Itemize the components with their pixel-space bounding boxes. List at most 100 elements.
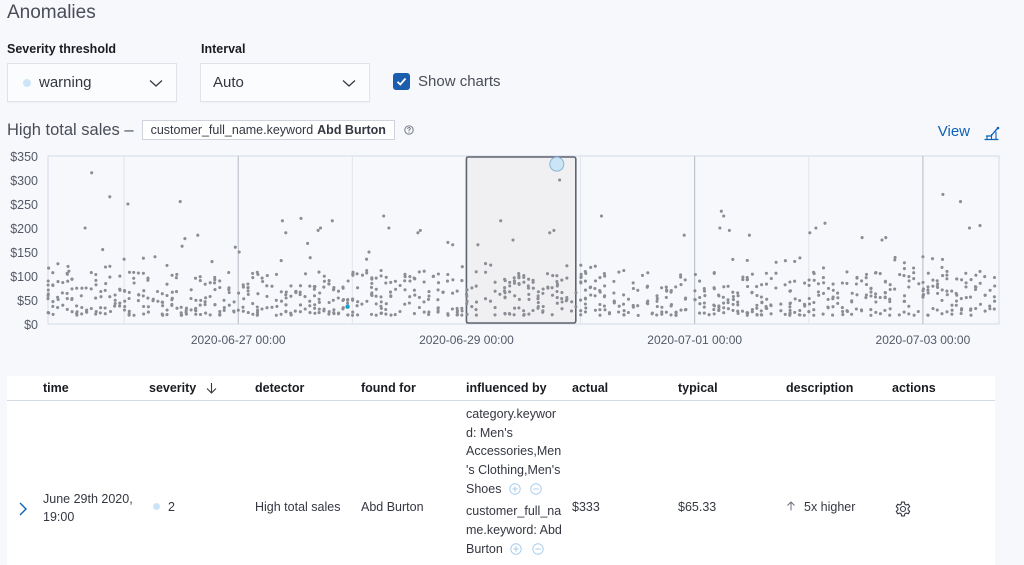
data-point xyxy=(536,306,540,310)
data-point xyxy=(241,283,245,287)
data-point xyxy=(878,295,882,300)
checkbox-checked-icon[interactable] xyxy=(393,73,410,90)
data-point xyxy=(702,301,706,305)
data-point xyxy=(746,284,750,289)
data-point xyxy=(599,214,604,218)
data-point xyxy=(522,312,526,317)
data-point xyxy=(503,311,507,315)
data-point xyxy=(527,277,531,281)
plus-circle-icon[interactable] xyxy=(509,483,521,495)
data-point xyxy=(374,276,378,280)
minus-circle-icon[interactable] xyxy=(530,483,543,495)
data-point xyxy=(807,278,811,282)
data-point xyxy=(408,275,412,279)
column-header-time[interactable]: time xyxy=(43,381,69,395)
data-point xyxy=(374,287,378,291)
plus-circle-icon[interactable] xyxy=(510,543,523,555)
data-point xyxy=(836,296,840,300)
data-point xyxy=(465,312,469,316)
data-point xyxy=(807,302,812,306)
column-header-severity[interactable]: severity xyxy=(149,381,217,395)
data-point xyxy=(313,284,317,289)
data-point xyxy=(476,243,480,247)
y-tick-label: $250 xyxy=(10,198,38,212)
data-point xyxy=(484,270,488,274)
data-point xyxy=(746,311,750,315)
data-point xyxy=(722,285,726,289)
data-point xyxy=(907,304,911,308)
data-point xyxy=(831,297,835,301)
data-point xyxy=(755,303,759,307)
data-point xyxy=(222,298,226,302)
data-point xyxy=(387,226,391,230)
question-circle-icon[interactable] xyxy=(404,125,414,135)
minus-circle-icon[interactable] xyxy=(532,543,544,555)
data-point xyxy=(902,299,906,303)
data-point xyxy=(436,298,440,302)
data-point xyxy=(945,273,949,277)
data-point xyxy=(864,276,868,280)
view-chart-link[interactable]: View xyxy=(938,123,970,140)
data-point xyxy=(788,313,792,317)
data-point xyxy=(869,290,873,294)
x-tick-label: 2020-07-03 00:00 xyxy=(876,333,971,347)
chart-view-icon[interactable] xyxy=(983,125,1000,141)
data-point xyxy=(422,300,426,304)
data-point xyxy=(465,288,469,292)
data-point xyxy=(584,271,588,275)
data-point xyxy=(341,298,345,303)
data-point xyxy=(165,313,169,317)
data-point xyxy=(921,293,925,297)
table-header: time severity detector found for influen… xyxy=(7,376,995,401)
chevron-right-icon[interactable] xyxy=(17,501,29,517)
column-header-typical[interactable]: typical xyxy=(678,381,718,395)
column-header-actual[interactable]: actual xyxy=(572,381,608,395)
data-point xyxy=(89,271,93,275)
data-point xyxy=(745,258,749,262)
data-point xyxy=(108,295,112,299)
data-point xyxy=(498,292,502,296)
data-point xyxy=(488,299,493,303)
data-point xyxy=(312,294,317,298)
data-point xyxy=(284,231,288,235)
data-point xyxy=(513,294,517,298)
gear-icon[interactable] xyxy=(894,500,912,518)
data-point xyxy=(603,274,607,278)
data-point xyxy=(183,237,187,241)
data-point xyxy=(831,282,835,286)
data-point xyxy=(75,304,79,308)
interval-select[interactable]: Auto xyxy=(200,63,370,102)
data-point xyxy=(864,293,868,297)
data-point xyxy=(46,279,50,283)
data-point xyxy=(346,301,350,305)
cell-time-hour: 19:00 xyxy=(43,510,75,524)
column-header-found-for[interactable]: found for xyxy=(361,381,416,395)
data-point xyxy=(807,310,811,314)
data-point xyxy=(137,293,141,297)
data-point xyxy=(65,291,69,295)
data-point xyxy=(113,304,117,308)
data-point xyxy=(51,283,55,287)
column-header-detector[interactable]: detector xyxy=(255,381,304,395)
show-charts-checkbox[interactable]: Show charts xyxy=(393,73,501,90)
data-point xyxy=(579,309,583,313)
data-point xyxy=(512,279,516,283)
data-point xyxy=(683,278,687,282)
data-point xyxy=(874,292,878,296)
data-point xyxy=(683,308,687,312)
data-point xyxy=(973,287,978,292)
data-point xyxy=(379,274,383,278)
data-point xyxy=(902,261,906,265)
column-header-influenced-by[interactable]: influenced by xyxy=(466,381,547,395)
data-point xyxy=(255,270,259,274)
data-point xyxy=(360,302,364,306)
data-point xyxy=(783,283,787,287)
data-point xyxy=(412,312,416,316)
data-point xyxy=(275,304,279,308)
data-point xyxy=(308,311,312,315)
severity-threshold-select[interactable]: warning xyxy=(7,63,177,102)
column-header-description[interactable]: description xyxy=(786,381,853,395)
data-point xyxy=(118,301,122,305)
data-point xyxy=(193,276,198,280)
data-point xyxy=(569,309,574,313)
